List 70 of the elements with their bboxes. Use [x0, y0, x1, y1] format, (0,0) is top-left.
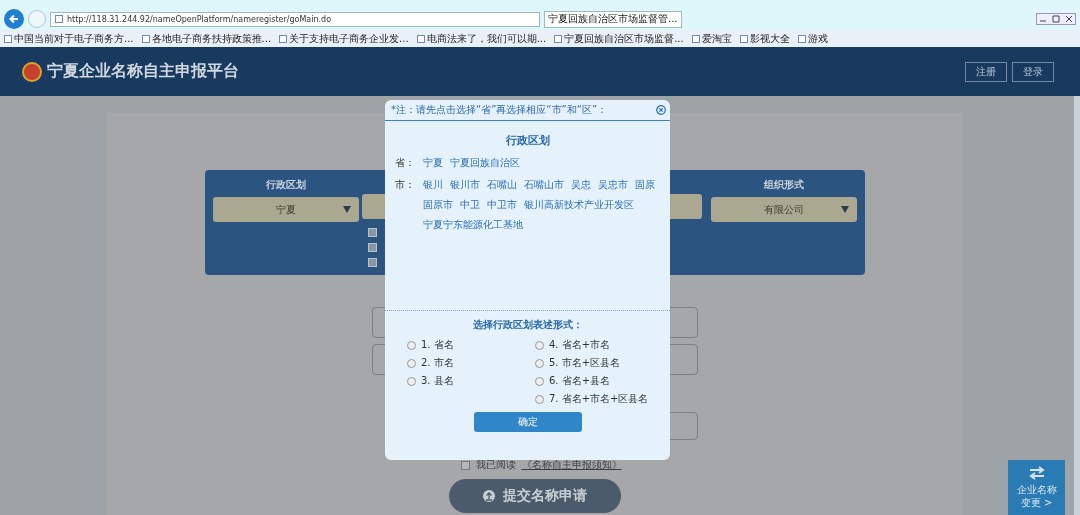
region-link[interactable]: 石嘴山	[487, 178, 517, 192]
site-title: 宁夏企业名称自主申报平台	[47, 61, 239, 82]
option-label: 2. 市名	[421, 356, 454, 370]
region-link[interactable]: 吴忠市	[598, 178, 628, 192]
upload-icon	[483, 490, 495, 502]
region-link[interactable]: 石嘴山市	[524, 178, 564, 192]
region-link[interactable]: 银川高新技术产业开发区	[524, 198, 634, 212]
radio-button[interactable]	[535, 394, 544, 404]
region-link[interactable]: 银川市	[450, 178, 480, 192]
region-link[interactable]: 宁夏宁东能源化工基地	[423, 218, 523, 232]
back-button[interactable]	[4, 9, 24, 29]
column-heading: 行政区划	[266, 178, 306, 192]
region-link[interactable]: 宁夏	[423, 156, 443, 170]
bookmark-link[interactable]: 宁夏回族自治区市场监督...	[554, 31, 684, 46]
row-label: 市：	[395, 178, 416, 192]
option-label: 1. 省名	[421, 338, 454, 352]
dialog-note: *注：请先点击选择“省”再选择相应“市”和“区”：	[391, 103, 609, 117]
terms-link[interactable]: 《名称自主申报须知》	[521, 458, 622, 472]
bookmark-link[interactable]: 影视大全	[739, 31, 790, 46]
header-button[interactable]: 注册	[965, 61, 1007, 82]
region-link[interactable]: 中卫市	[487, 198, 517, 212]
agree-checkbox[interactable]	[460, 460, 470, 470]
bookmark-link[interactable]: 电商法来了，我们可以期...	[416, 31, 547, 46]
option-label: 6. 省名+县名	[549, 374, 611, 388]
swap-arrows-icon	[1028, 466, 1045, 480]
bookmark-link[interactable]: 中国当前对于电子商务方...	[4, 31, 134, 46]
option-label: 5. 市名+区县名	[549, 356, 621, 370]
option-label: 7. 省名+市名+区县名	[549, 392, 649, 406]
forward-button[interactable]	[28, 10, 46, 28]
region-link[interactable]: 吴忠	[571, 178, 591, 192]
dialog-title: 行政区划	[504, 133, 551, 148]
radio-button[interactable]	[535, 358, 544, 368]
region-link[interactable]: 中卫	[460, 198, 480, 212]
header-button[interactable]: 登录	[1012, 61, 1054, 82]
confirm-button[interactable]: 确定	[473, 412, 582, 432]
dropdown[interactable]: 有限公司	[711, 197, 857, 222]
bookmark-link[interactable]: 各地电子商务扶持政策推...	[141, 31, 272, 46]
radio-button[interactable]	[535, 340, 544, 350]
dropdown[interactable]: 宁夏	[213, 197, 359, 222]
region-link[interactable]: 银川	[423, 178, 443, 192]
row-label: 省：	[395, 156, 416, 170]
address-bar[interactable]: http://118.31.244.92/nameOpenPlatform/nameregister/goMain.do	[50, 11, 540, 27]
region-link[interactable]: 宁夏回族自治区	[450, 156, 520, 170]
window-controls-icon[interactable]	[1036, 13, 1076, 25]
radio-button[interactable]	[407, 376, 416, 386]
bookmark-link[interactable]: 游戏	[797, 31, 828, 46]
browser-tab[interactable]: 宁夏回族自治区市场监督管...	[544, 10, 682, 28]
radio-button[interactable]	[535, 376, 544, 386]
checkbox[interactable]	[368, 243, 377, 252]
side-button[interactable]: 企业名称 变更 >	[1008, 460, 1065, 515]
option-label: 4. 省名+市名	[549, 338, 611, 352]
checkbox[interactable]	[368, 228, 377, 237]
region-link[interactable]: 固原	[635, 178, 655, 192]
caret-icon	[343, 206, 351, 213]
bookmark-link[interactable]: 关于支持电子商务企业发...	[279, 31, 409, 46]
back-arrow-icon	[8, 13, 20, 25]
submit-button[interactable]: 提交名称申请	[449, 479, 621, 513]
checkbox[interactable]	[368, 258, 377, 267]
option-label: 3. 县名	[421, 374, 454, 388]
agree-text: 我已阅读	[475, 458, 516, 472]
emblem-icon	[22, 61, 42, 82]
close-icon[interactable]	[656, 105, 666, 115]
column-heading: 组织形式	[764, 178, 804, 192]
caret-icon	[841, 206, 849, 213]
bookmark-link[interactable]: 爱淘宝	[691, 31, 732, 46]
radio-button[interactable]	[407, 340, 416, 350]
region-link[interactable]: 固原市	[423, 198, 453, 212]
format-title: 选择行政区划表述形式：	[471, 318, 584, 332]
page-icon	[55, 15, 63, 23]
radio-button[interactable]	[407, 358, 416, 368]
